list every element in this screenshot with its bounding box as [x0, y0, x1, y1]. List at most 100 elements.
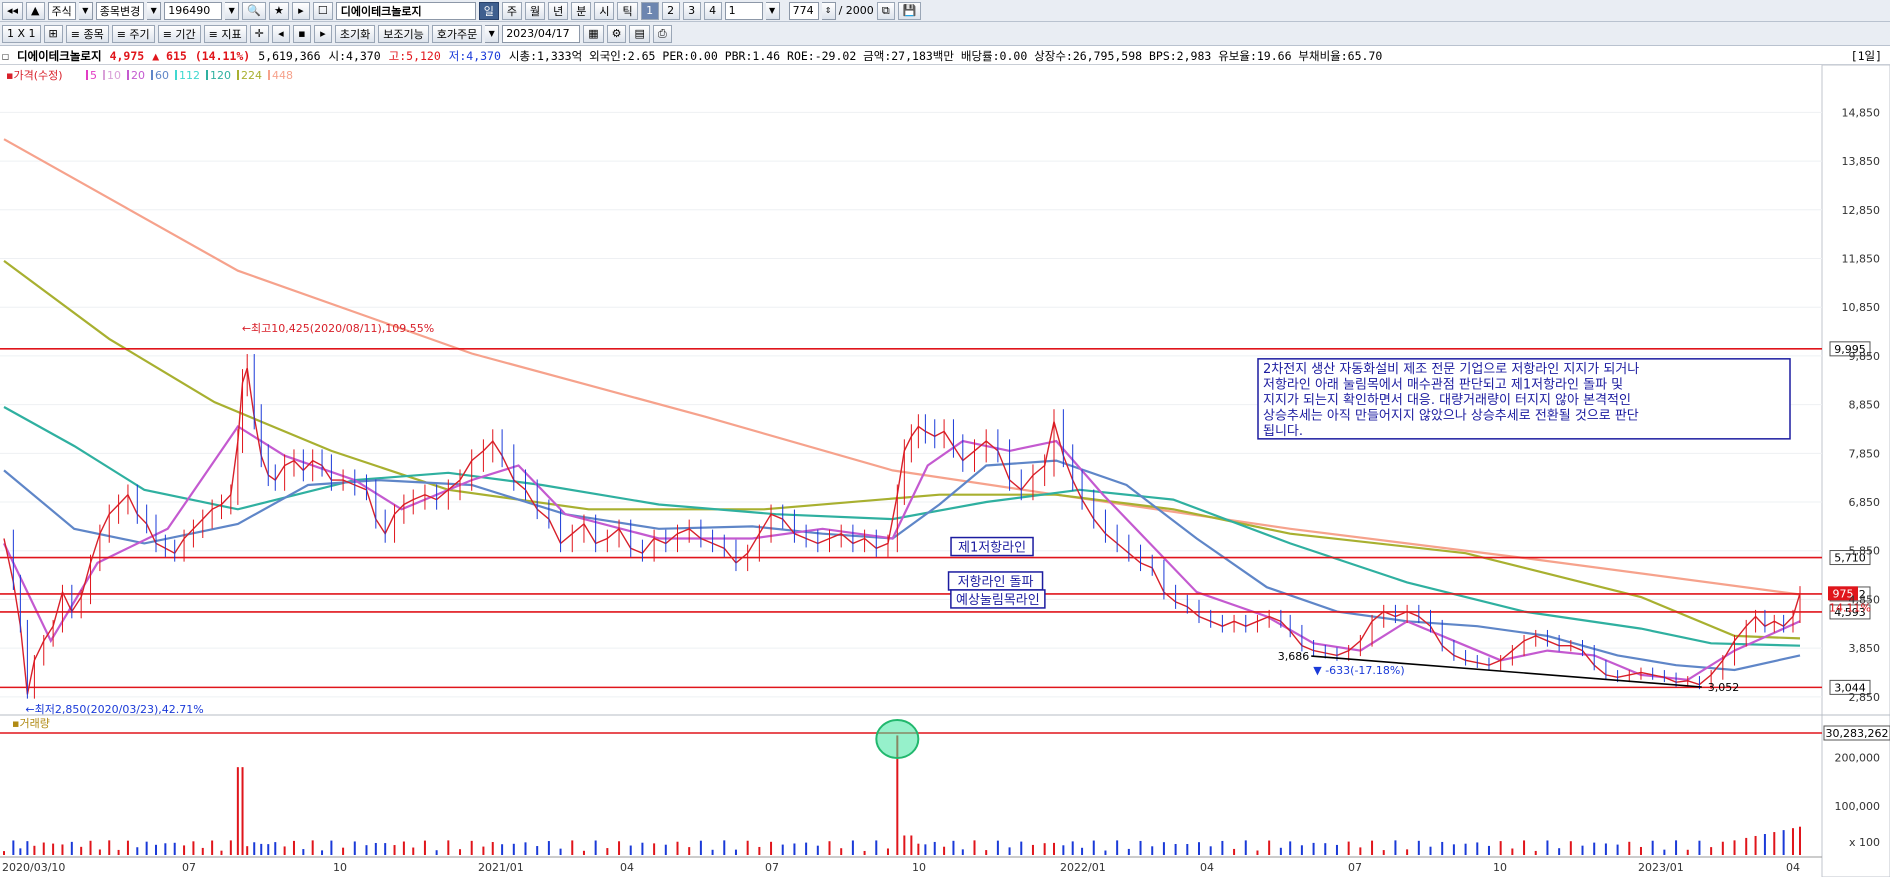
volume-bar: [482, 846, 485, 855]
x-tick-label: 07: [765, 861, 779, 874]
save-icon[interactable]: 💾: [897, 1, 922, 20]
period-day-button[interactable]: 일: [478, 1, 499, 20]
stock-chart[interactable]: 9,9955,7104,9624,5933,04497514.11% ←최고10…: [0, 65, 1890, 877]
volume-bar: [1569, 841, 1572, 855]
volume-bar: [1312, 842, 1315, 855]
print-icon[interactable]: ⎙: [652, 24, 672, 43]
volume-bar: [1721, 841, 1724, 855]
volume-bar: [933, 841, 936, 855]
volume-bar: [1675, 840, 1678, 855]
nav-up-button[interactable]: ▲: [26, 1, 45, 20]
grid-icon[interactable]: ▤: [629, 24, 650, 43]
chart-grid: [0, 65, 1890, 877]
spinner-icon[interactable]: ⇕: [821, 1, 836, 20]
chevron-down-icon[interactable]: ▼: [485, 24, 500, 43]
checkbox-icon[interactable]: ☐: [2, 49, 9, 63]
num-3-button[interactable]: 3: [682, 1, 701, 20]
chevron-down-icon[interactable]: ▼: [78, 1, 93, 20]
volume-bar: [910, 835, 913, 855]
indicator-menu-button[interactable]: ≡ 지표: [203, 24, 247, 43]
star-icon[interactable]: ★: [268, 1, 289, 20]
volume-bar: [459, 849, 462, 855]
aux-button[interactable]: 보조기능: [378, 24, 429, 43]
crosshair-icon[interactable]: ✛: [249, 24, 269, 43]
count-input[interactable]: 774: [788, 1, 819, 20]
order-button[interactable]: 호가주문: [431, 24, 483, 43]
volume-bar: [274, 842, 277, 855]
settings-icon[interactable]: ⚙: [606, 24, 627, 43]
volume-bar: [1151, 846, 1154, 855]
stock-menu-button[interactable]: ≡ 종목: [65, 24, 109, 43]
volume-bar: [26, 841, 29, 855]
scroll-right-icon[interactable]: ▸: [313, 24, 332, 43]
volume-bar: [943, 846, 946, 855]
period-week-button[interactable]: 주: [501, 1, 522, 20]
num-2-button[interactable]: 2: [661, 1, 680, 20]
volume-bar: [1429, 846, 1432, 855]
volume-bar: [145, 841, 148, 855]
y-tick-label: 2,850: [1849, 691, 1881, 704]
volume-bar: [1604, 843, 1607, 855]
info-rest: 시총:1,333억 외국인:2.65 PER:0.00 PBR:1.46 ROE…: [508, 48, 1383, 63]
chevron-down-icon[interactable]: ▼: [765, 1, 780, 20]
layout-button[interactable]: 1 X 1: [2, 24, 41, 43]
volume-bar: [1382, 850, 1385, 855]
date-input[interactable]: 2023/04/17: [502, 24, 581, 43]
code-input[interactable]: 196490: [164, 1, 223, 20]
x-tick-label: 04: [620, 861, 634, 874]
volume-bar: [1628, 841, 1631, 855]
change-select[interactable]: 종목변경: [95, 1, 145, 20]
ma-legend-label: 10: [107, 69, 121, 82]
period-minute-button[interactable]: 분: [571, 1, 592, 20]
chevron-down-icon[interactable]: ▼: [147, 1, 162, 20]
scroll-stop-icon[interactable]: ▪: [292, 24, 311, 43]
volume-bar: [1763, 834, 1766, 855]
volume-bar: [1581, 845, 1584, 855]
volume-bar: [1062, 845, 1065, 855]
volume-bar: [582, 850, 585, 855]
volume-bar: [3, 851, 5, 855]
calendar-icon[interactable]: ▦: [583, 24, 604, 43]
x-tick-label: 07: [1348, 861, 1362, 874]
period-tick-button[interactable]: 틱: [617, 1, 638, 20]
split-icon[interactable]: ⊞: [43, 24, 63, 43]
total-label: / 2000: [838, 4, 874, 17]
search-icon[interactable]: 🔍: [242, 1, 266, 20]
chevron-down-icon[interactable]: ▼: [225, 1, 240, 20]
period-year-button[interactable]: 년: [548, 1, 569, 20]
volume-bar: [393, 845, 396, 855]
volume-bar: [1371, 840, 1374, 855]
volume-bar: [1043, 843, 1046, 855]
volume-bar: [89, 840, 92, 855]
volume-bar: [311, 840, 314, 855]
range-menu-button[interactable]: ≡ 기간: [157, 24, 201, 43]
period-hour-button[interactable]: 시: [594, 1, 615, 20]
num-1-button[interactable]: 1: [640, 1, 659, 20]
num-4-button[interactable]: 4: [703, 1, 722, 20]
volume-bar: [1300, 845, 1303, 855]
y-tick-label: 13,850: [1842, 155, 1881, 168]
volume-bar: [1116, 840, 1119, 855]
period-menu-button[interactable]: ≡ 주기: [111, 24, 155, 43]
window-icon[interactable]: ⧉: [876, 1, 895, 20]
x-tick-label: 04: [1200, 861, 1214, 874]
period-month-button[interactable]: 월: [524, 1, 546, 20]
y-tick-label: 10,850: [1842, 301, 1881, 314]
volume-bar: [342, 847, 345, 855]
volume-bar: [641, 842, 644, 855]
low-annotation: ←최저2,850(2020/03/23),42.71%: [25, 703, 203, 716]
scroll-left-icon[interactable]: ◂: [271, 24, 290, 43]
x-tick-label: 2022/01: [1060, 861, 1106, 874]
list-icon[interactable]: ☐: [312, 1, 333, 20]
volume-bar: [1347, 841, 1350, 855]
volume-bar: [1511, 848, 1514, 855]
next-icon[interactable]: ▸: [291, 1, 310, 20]
volume-bar: [402, 841, 405, 855]
nav-prev-button[interactable]: ◂◂: [2, 1, 24, 20]
market-select[interactable]: 주식: [47, 1, 76, 20]
unit-input[interactable]: 1: [724, 1, 763, 20]
volume-bar: [805, 842, 808, 855]
y-tick-label: 7,850: [1849, 447, 1881, 460]
reset-button[interactable]: 초기화: [334, 24, 376, 43]
ma-legend-swatch: [151, 70, 153, 80]
